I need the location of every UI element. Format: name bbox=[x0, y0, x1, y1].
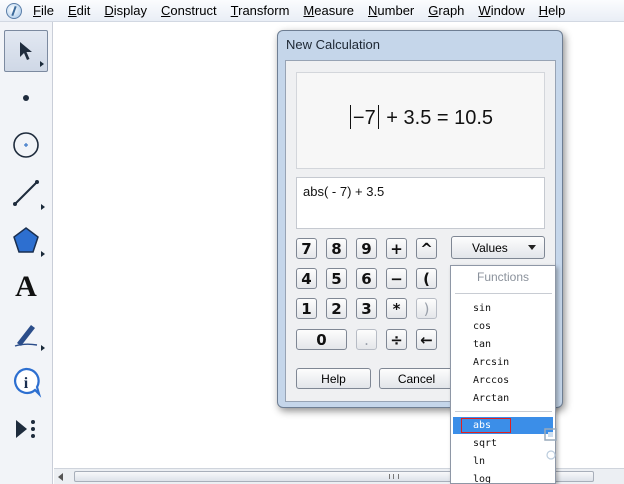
arrow-icon bbox=[20, 42, 32, 60]
key-power[interactable]: ^ bbox=[416, 238, 437, 259]
arrow-select-tool[interactable] bbox=[4, 30, 48, 72]
menu-help[interactable]: Help bbox=[534, 3, 571, 18]
more-tools-indicator bbox=[40, 61, 44, 67]
key-9[interactable]: 9 bbox=[356, 238, 377, 259]
sketchpad-window: File Edit Display Construct Transform Me… bbox=[0, 0, 624, 484]
result-expression: −7 + 3.5 = 10.5 bbox=[297, 105, 544, 130]
marker-icon bbox=[14, 325, 38, 347]
menu-number[interactable]: Number bbox=[363, 3, 419, 18]
segment-icon bbox=[13, 180, 39, 206]
menu-item-arcsin[interactable]: Arcsin bbox=[453, 354, 553, 371]
menu-item-log[interactable]: log bbox=[453, 471, 553, 483]
menu-item-cos[interactable]: cos bbox=[453, 318, 553, 335]
toolbox: A i bbox=[0, 22, 53, 484]
key-plus[interactable]: + bbox=[386, 238, 407, 259]
values-label: Values bbox=[472, 240, 508, 255]
key-open-paren[interactable]: ( bbox=[416, 268, 437, 289]
key-7[interactable]: 7 bbox=[296, 238, 317, 259]
scroll-left-icon[interactable] bbox=[58, 473, 63, 481]
cancel-button[interactable]: Cancel bbox=[379, 368, 454, 389]
app-icon[interactable] bbox=[6, 2, 22, 19]
svg-text:i: i bbox=[24, 375, 29, 392]
key-backspace[interactable]: ← bbox=[416, 329, 437, 350]
menu-graph[interactable]: Graph bbox=[423, 3, 469, 18]
menu-item-sqrt[interactable]: sqrt bbox=[453, 435, 553, 452]
menu-measure[interactable]: Measure bbox=[298, 3, 359, 18]
information-tool[interactable]: i bbox=[4, 361, 48, 403]
menu-separator bbox=[455, 411, 552, 412]
more-tools-indicator bbox=[41, 251, 45, 257]
point-icon bbox=[23, 95, 29, 101]
expression-input[interactable]: abs( - 7) + 3.5 bbox=[296, 177, 545, 229]
key-6[interactable]: 6 bbox=[356, 268, 377, 289]
key-8[interactable]: 8 bbox=[326, 238, 347, 259]
custom-tool[interactable] bbox=[4, 408, 48, 450]
straightedge-tool[interactable] bbox=[4, 172, 48, 214]
key-4[interactable]: 4 bbox=[296, 268, 317, 289]
menu-file[interactable]: File bbox=[28, 3, 59, 18]
menu-edit[interactable]: Edit bbox=[63, 3, 95, 18]
abs-bar-right bbox=[377, 105, 379, 129]
functions-menu: Functions sin cos tan Arcsin Arccos Arct… bbox=[450, 265, 556, 484]
result-rest: + 3.5 = 10.5 bbox=[386, 107, 494, 129]
compass-icon bbox=[13, 132, 39, 158]
text-tool[interactable]: A bbox=[4, 266, 48, 308]
dialog-title: New Calculation bbox=[286, 37, 380, 52]
highlight-outline bbox=[461, 418, 511, 433]
information-icon: i bbox=[14, 367, 42, 398]
polygon-tool[interactable] bbox=[4, 219, 48, 261]
polygon-icon bbox=[13, 227, 39, 253]
values-dropdown-button[interactable]: Values bbox=[451, 236, 545, 259]
key-divide[interactable]: ÷ bbox=[386, 329, 407, 350]
menu-construct[interactable]: Construct bbox=[156, 3, 222, 18]
menu-separator bbox=[455, 293, 552, 294]
watermark-icon bbox=[544, 428, 557, 460]
functions-header: Functions bbox=[476, 270, 530, 284]
more-tools-indicator bbox=[41, 204, 45, 210]
marker-tool[interactable] bbox=[4, 313, 48, 355]
compass-tool[interactable] bbox=[4, 124, 48, 166]
key-3[interactable]: 3 bbox=[356, 298, 377, 319]
custom-tools-icon bbox=[16, 420, 35, 438]
menu-window[interactable]: Window bbox=[473, 3, 529, 18]
key-5[interactable]: 5 bbox=[326, 268, 347, 289]
menu-display[interactable]: Display bbox=[99, 3, 152, 18]
menu-bar: File Edit Display Construct Transform Me… bbox=[0, 0, 624, 22]
key-2[interactable]: 2 bbox=[326, 298, 347, 319]
menu-item-ln[interactable]: ln bbox=[453, 453, 553, 470]
menu-item-arctan[interactable]: Arctan bbox=[453, 390, 553, 407]
help-button[interactable]: Help bbox=[296, 368, 371, 389]
result-display: −7 + 3.5 = 10.5 bbox=[296, 72, 545, 169]
menu-item-arccos[interactable]: Arccos bbox=[453, 372, 553, 389]
abs-bar-left bbox=[349, 105, 351, 129]
key-decimal[interactable]: . bbox=[356, 329, 377, 350]
grip-icon bbox=[389, 474, 399, 479]
menu-item-abs[interactable]: abs bbox=[453, 417, 553, 434]
more-tools-indicator bbox=[41, 345, 45, 351]
menu-item-sin[interactable]: sin bbox=[453, 300, 553, 317]
key-0[interactable]: 0 bbox=[296, 329, 347, 350]
abs-value: −7 bbox=[352, 107, 376, 129]
menu-transform[interactable]: Transform bbox=[226, 3, 295, 18]
key-minus[interactable]: − bbox=[386, 268, 407, 289]
point-tool[interactable] bbox=[4, 77, 48, 119]
key-1[interactable]: 1 bbox=[296, 298, 317, 319]
menu-item-tan[interactable]: tan bbox=[453, 336, 553, 353]
text-icon: A bbox=[15, 270, 37, 303]
key-close-paren[interactable]: ) bbox=[416, 298, 437, 319]
key-multiply[interactable]: * bbox=[386, 298, 407, 319]
chevron-down-icon bbox=[528, 245, 536, 250]
